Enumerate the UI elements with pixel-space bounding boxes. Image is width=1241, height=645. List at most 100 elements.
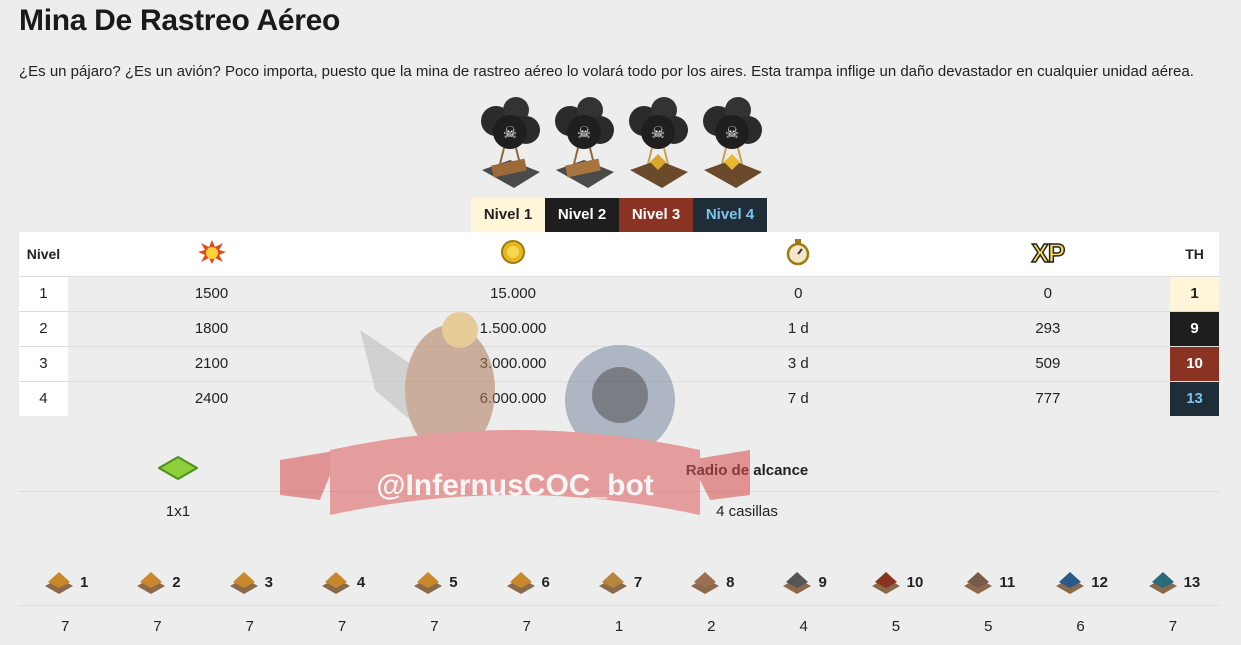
table-header-row: Nivel XP TH	[19, 232, 1219, 276]
town-hall-count: 2	[707, 617, 716, 635]
tab-level-4[interactable]: Nivel 4	[693, 198, 767, 232]
cell-level: 4	[19, 380, 68, 416]
cell-damage: 2100	[67, 345, 356, 381]
town-hall-count: 6	[1076, 617, 1085, 635]
table-row: 2 1800 1.500.000 1 d 293 9	[19, 310, 1219, 346]
town-hall-6: 6	[481, 568, 573, 598]
town-hall-level-label: 12	[1091, 574, 1108, 591]
town-hall-icon	[1056, 571, 1085, 594]
svg-text:☠: ☠	[651, 125, 665, 142]
cell-level: 1	[19, 275, 68, 311]
town-hall-icon	[321, 571, 350, 594]
cell-th: 9	[1170, 310, 1219, 346]
page-title: Mina De Rastreo Aéreo	[19, 4, 341, 37]
stats-table: Nivel XP TH 1 1500 15.000 0 0 1 2 1800 1…	[19, 232, 1219, 416]
tab-level-1[interactable]: Nivel 1	[471, 198, 545, 232]
tab-level-3[interactable]: Nivel 3	[619, 198, 693, 232]
header-xp: XP	[925, 232, 1171, 276]
town-hall-level-label: 9	[818, 574, 827, 591]
header-cost	[355, 232, 671, 276]
cell-time: 7 d	[670, 380, 926, 416]
town-hall-10: 10	[850, 568, 942, 598]
town-hall-level-label: 1	[79, 574, 89, 591]
town-hall-1: 1	[19, 568, 111, 598]
level-tabs: Nivel 1 Nivel 2 Nivel 3 Nivel 4	[471, 198, 767, 232]
header-th: TH	[1170, 232, 1219, 276]
svg-text:☠: ☠	[725, 125, 739, 142]
town-hall-level-label: 2	[172, 574, 181, 591]
town-hall-2: 2	[111, 568, 203, 598]
cell-xp: 293	[925, 310, 1171, 346]
stopwatch-icon	[787, 239, 810, 266]
town-hall-count: 7	[522, 617, 531, 635]
explosion-icon	[197, 240, 226, 265]
town-hall-4: 4	[296, 568, 388, 598]
cell-cost: 6.000.000	[355, 380, 671, 416]
range-value: 4 casillas	[716, 502, 778, 520]
cell-th: 13	[1170, 380, 1219, 416]
town-hall-11: 11	[942, 568, 1034, 598]
town-hall-level-label: 4	[356, 574, 366, 591]
air-mine-level-1-icon[interactable]: ☠	[474, 96, 546, 194]
town-hall-7: 7	[573, 568, 665, 598]
air-mine-level-2-icon[interactable]: ☠	[548, 96, 620, 194]
cell-damage: 1500	[67, 275, 356, 311]
range-label: Radio de alcance	[685, 462, 809, 479]
header-time	[670, 232, 926, 276]
header-level: Nivel	[19, 232, 68, 276]
town-hall-icon	[964, 571, 993, 594]
town-hall-icon	[783, 571, 812, 594]
town-hall-icon	[414, 571, 443, 594]
air-mine-level-3-icon[interactable]: ☠	[622, 96, 694, 194]
tab-level-2[interactable]: Nivel 2	[545, 198, 619, 232]
town-hall-level-label: 3	[264, 574, 273, 591]
town-hall-count: 4	[799, 617, 808, 635]
town-hall-count: 5	[984, 617, 993, 635]
size-value: 1x1	[165, 502, 191, 520]
cell-level: 2	[19, 310, 68, 346]
grass-tile-icon	[157, 455, 199, 481]
town-hall-counts: 1 2 3 4 5 6 7 8 9 10 11 12 13 7777771245567	[19, 560, 1219, 645]
trap-images: ☠ ☠ ☠ ☠	[474, 96, 768, 194]
town-hall-level-label: 6	[541, 574, 550, 591]
town-hall-3: 3	[204, 568, 296, 598]
town-hall-icon	[1148, 571, 1177, 594]
air-mine-level-4-icon[interactable]: ☠	[696, 96, 768, 194]
cell-xp: 509	[925, 345, 1171, 381]
town-hall-count: 7	[430, 617, 439, 635]
table-row: 1 1500 15.000 0 0 1	[19, 275, 1219, 311]
town-hall-icon	[598, 571, 627, 594]
town-hall-level-label: 5	[449, 574, 458, 591]
cell-th: 10	[1170, 345, 1219, 381]
town-hall-icon	[506, 571, 535, 594]
town-hall-icon	[229, 571, 258, 594]
svg-text:☠: ☠	[503, 125, 517, 142]
town-hall-8: 8	[665, 568, 757, 598]
town-hall-13: 13	[1127, 568, 1219, 598]
town-hall-count: 7	[60, 617, 70, 635]
svg-text:☠: ☠	[577, 125, 591, 142]
cell-th: 1	[1170, 275, 1219, 311]
cell-xp: 777	[925, 380, 1171, 416]
description: ¿Es un pájaro? ¿Es un avión? Poco import…	[19, 63, 1194, 80]
town-hall-count: 5	[891, 617, 901, 635]
xp-label: XP	[1031, 238, 1066, 270]
header-damage	[67, 232, 356, 276]
cell-time: 1 d	[670, 310, 926, 346]
table-row: 3 2100 3.000.000 3 d 509 10	[19, 345, 1219, 381]
town-hall-icon	[691, 571, 720, 594]
cell-time: 0	[670, 275, 926, 311]
cell-xp: 0	[925, 275, 1171, 311]
town-hall-level-label: 8	[726, 574, 735, 591]
town-hall-count: 7	[153, 617, 162, 635]
size-range-block: Radio de alcance 1x1 4 casillas	[19, 450, 1219, 530]
cell-cost: 3.000.000	[355, 345, 671, 381]
town-hall-count: 1	[614, 617, 624, 635]
town-hall-5: 5	[388, 568, 480, 598]
town-hall-icon	[137, 571, 166, 594]
cell-level: 3	[19, 345, 68, 381]
cell-cost: 1.500.000	[355, 310, 671, 346]
cell-damage: 2400	[67, 380, 356, 416]
cell-damage: 1800	[67, 310, 356, 346]
town-hall-level-label: 7	[633, 574, 643, 591]
